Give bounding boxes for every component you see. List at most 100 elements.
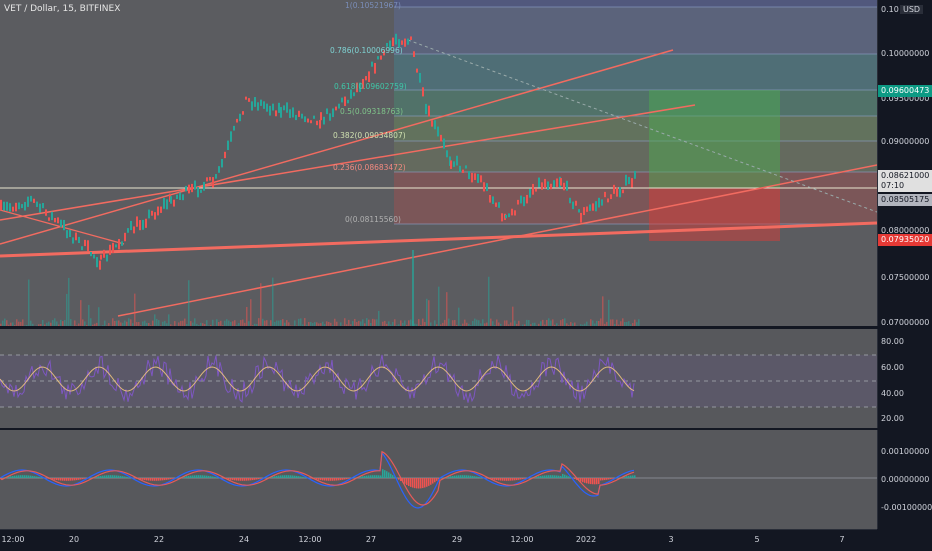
macd-histogram-bar [542, 476, 544, 478]
macd-histogram-bar [28, 475, 30, 478]
candle [526, 195, 528, 203]
symbol-title[interactable]: VET / Dollar, 15, BITFINEX [4, 4, 120, 14]
macd-histogram-bar [450, 476, 452, 478]
candle [179, 192, 181, 199]
macd-histogram-bar [10, 476, 12, 478]
macd-histogram-bar [430, 478, 432, 485]
macd-histogram-bar [454, 476, 456, 478]
candle [24, 202, 26, 211]
volume-bar [562, 319, 564, 326]
macd-histogram-bar [336, 478, 338, 481]
macd-canvas[interactable] [0, 430, 877, 529]
candle [298, 111, 300, 117]
currency-label[interactable]: USD [900, 5, 923, 14]
candle [374, 63, 376, 74]
candle [498, 202, 500, 208]
volume-bar [428, 300, 430, 326]
candle [335, 107, 337, 111]
price-axis[interactable]: 0.10 USD 0.10000000 0.09500000 0.0900000… [877, 0, 932, 326]
macd-histogram-bar [216, 477, 218, 478]
volume-bar [458, 308, 460, 326]
volume-bar [98, 307, 100, 326]
candle [575, 201, 577, 206]
candle [39, 204, 41, 213]
volume-bar [168, 314, 170, 326]
rsi-canvas[interactable] [0, 329, 877, 428]
macd-histogram-bar [422, 478, 424, 488]
candle [329, 113, 331, 120]
candle [344, 97, 346, 107]
macd-histogram-bar [34, 476, 36, 478]
fib-label-0618: 0.618(0.09602759) [334, 82, 407, 91]
fib-label-05: 0.5(0.09318763) [340, 107, 403, 116]
macd-histogram-bar [552, 475, 554, 478]
candle [0, 200, 2, 210]
candle [601, 199, 603, 205]
macd-histogram-bar [158, 478, 160, 481]
macd-histogram-bar [126, 477, 128, 478]
price-tick: 0.07500000 [881, 273, 929, 282]
macd-histogram-bar [398, 478, 400, 480]
fib-label-0236: 0.236(0.08683472) [333, 163, 406, 172]
candle [57, 217, 59, 223]
volume-bar [622, 318, 624, 326]
macd-histogram-bar [296, 476, 298, 478]
candle [589, 204, 591, 210]
price-pane[interactable]: VET / Dollar, 15, BITFINEX 1(0.10521967)… [0, 0, 877, 326]
candle [607, 198, 609, 202]
macd-histogram-bar [404, 478, 406, 484]
candle [81, 246, 83, 250]
macd-histogram-bar [114, 475, 116, 478]
macd-histogram-bar [480, 477, 482, 478]
macd-histogram-bar [212, 477, 214, 478]
macd-histogram-bar [512, 478, 514, 481]
candle [425, 104, 427, 114]
candle [520, 196, 522, 204]
candle [544, 179, 546, 188]
macd-histogram-bar [286, 475, 288, 478]
candle [218, 166, 220, 173]
candle [286, 102, 288, 112]
volume-bar [16, 319, 18, 326]
volume-bar [184, 319, 186, 326]
macd-histogram-bar [608, 478, 610, 479]
price-canvas[interactable] [0, 0, 877, 326]
candle [163, 198, 165, 209]
candle [272, 104, 274, 111]
macd-histogram-bar [12, 476, 14, 478]
time-axis[interactable]: 12:00 20 22 24 12:00 27 29 12:00 2022 3 … [0, 529, 877, 551]
candle [598, 198, 600, 208]
time-tick: 29 [452, 535, 462, 544]
time-tick: 24 [239, 535, 249, 544]
macd-axis[interactable]: 0.00100000 0.00000000 -0.00100000 [877, 430, 932, 529]
candle [295, 115, 297, 120]
candle [84, 240, 86, 246]
candle [578, 209, 580, 212]
volume-bar [90, 318, 92, 326]
rsi-pane[interactable] [0, 329, 877, 428]
macd-histogram-bar [566, 475, 568, 478]
volume-bar [70, 319, 72, 326]
macd-histogram-bar [14, 476, 16, 478]
macd-histogram-bar [626, 476, 628, 478]
macd-histogram-bar [196, 475, 198, 478]
candle [514, 210, 516, 215]
macd-histogram-bar [420, 478, 422, 488]
macd-histogram-bar [274, 476, 276, 478]
candle [313, 116, 315, 119]
macd-histogram-bar [234, 478, 236, 480]
macd-histogram-bar [628, 476, 630, 478]
rsi-axis[interactable]: 80.00 60.00 40.00 20.00 [877, 329, 932, 428]
fib-label-1: 1(0.10521967) [345, 1, 401, 10]
volume-bar [272, 278, 274, 326]
macd-histogram-bar [36, 476, 38, 478]
macd-histogram-bar [592, 478, 594, 484]
macd-histogram-bar [186, 476, 188, 478]
macd-histogram-bar [588, 478, 590, 484]
candle [42, 203, 44, 208]
bar-countdown: 07:10 [881, 181, 932, 191]
macd-histogram-bar [564, 475, 566, 478]
macd-pane[interactable] [0, 430, 877, 529]
chart-root: VET / Dollar, 15, BITFINEX 1(0.10521967)… [0, 0, 932, 550]
macd-histogram-bar [390, 474, 392, 478]
